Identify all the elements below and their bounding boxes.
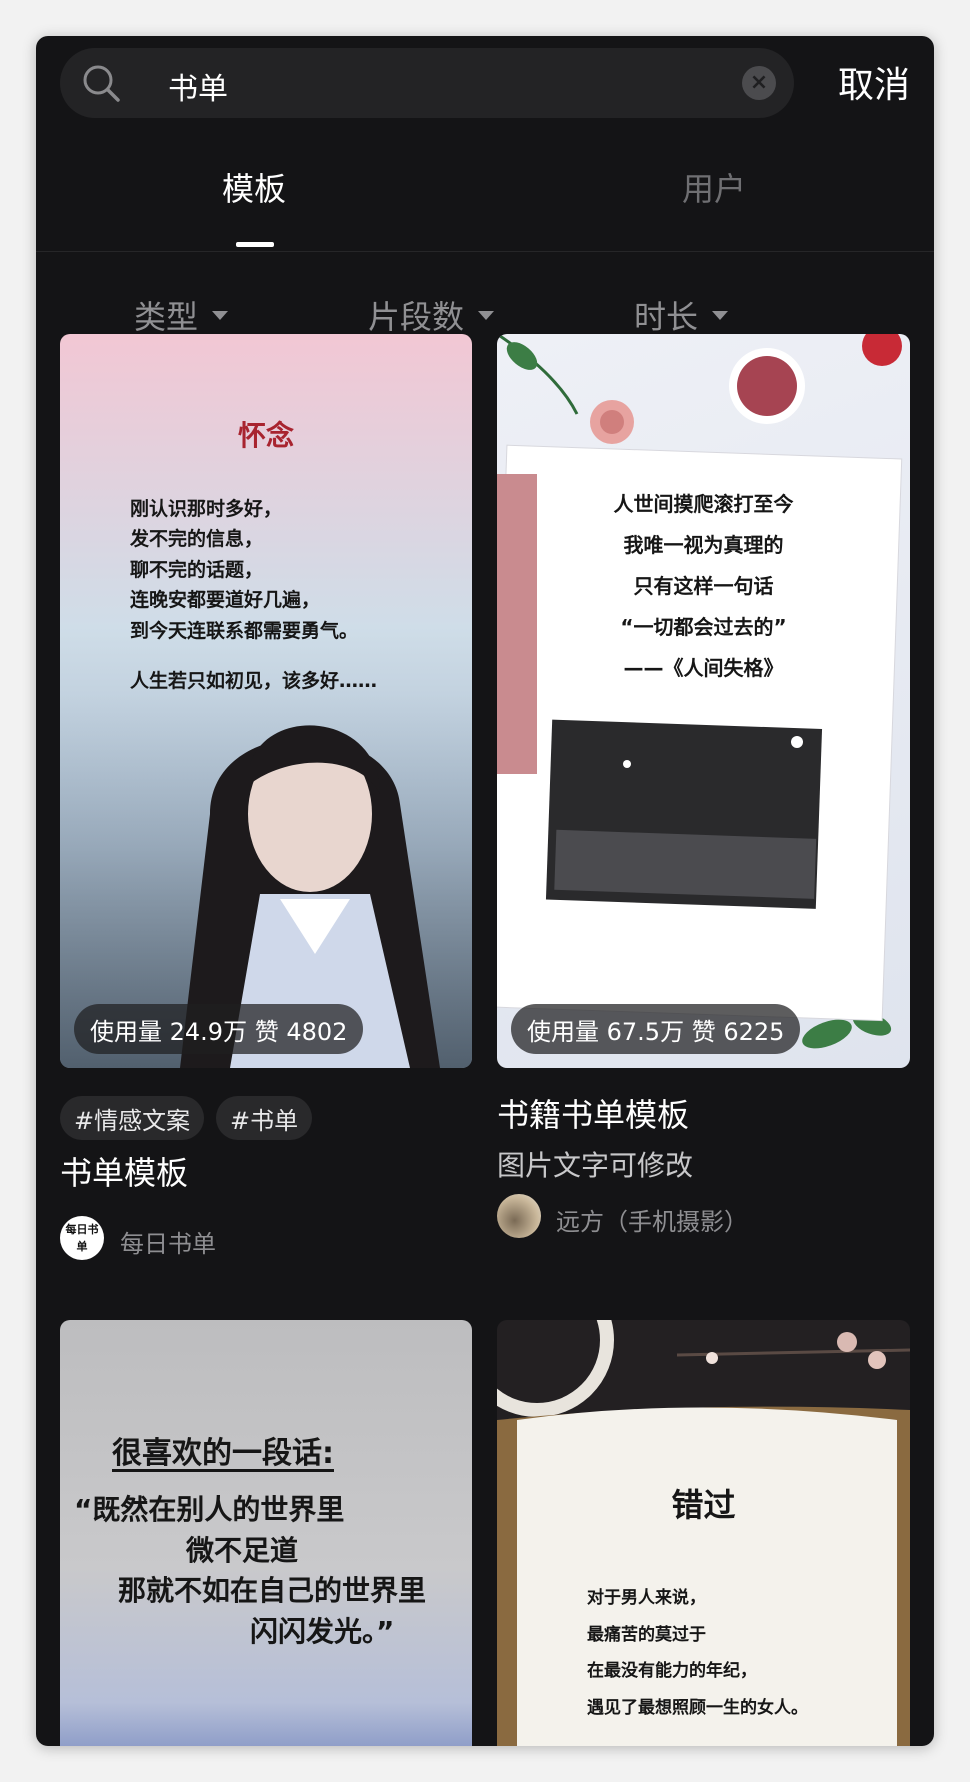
active-tab-indicator — [236, 242, 274, 247]
chevron-down-icon — [478, 310, 495, 320]
tab-users[interactable]: 用户 — [682, 164, 746, 210]
filter-segments[interactable]: 片段数 — [368, 292, 495, 338]
usage-stats: 使用量 24.9万 赞 4802 — [74, 1004, 364, 1054]
filter-segments-label: 片段数 — [368, 298, 465, 336]
template-card-2[interactable]: 人世间摸爬滚打至今 我唯一视为真理的 只有这样一句话 “一切都会过去的” ——《… — [497, 334, 910, 1068]
search-icon — [83, 65, 120, 102]
template-card-1[interactable]: 怀念 刚认识那时多好， 发不完的信息， 聊不完的话题， 连晚安都要道好几遍， 到… — [60, 334, 472, 1068]
card-subtitle: 图片文字可修改 — [497, 1149, 694, 1182]
filter-type-label: 类型 — [134, 298, 199, 336]
chevron-down-icon — [212, 310, 229, 320]
hashtag-chip[interactable]: #情感文案 — [60, 1096, 205, 1140]
poem-text: 人世间摸爬滚打至今 我唯一视为真理的 只有这样一句话 “一切都会过去的” ——《… — [613, 492, 794, 680]
filter-duration[interactable]: 时长 — [634, 292, 729, 338]
template-card-3[interactable]: 很喜欢的一段话: “既然在别人的世界里 微不足道 那就不如在自己的世界里 闪闪发… — [60, 1320, 472, 1746]
search-bar[interactable]: 书单 × — [60, 48, 794, 118]
poem-text: “既然在别人的世界里 微不足道 那就不如在自己的世界里 闪闪发光。” — [74, 1493, 427, 1648]
avatar-text: 每日书单 — [65, 1223, 99, 1253]
poem-text: 对于男人来说， 最痛苦的莫过于 在最没有能力的年纪， 遇见了最想照顾一生的女人。 — [587, 1588, 808, 1718]
search-input[interactable]: 书单 — [168, 64, 228, 108]
avatar[interactable] — [497, 1194, 541, 1238]
filter-type[interactable]: 类型 — [134, 292, 229, 338]
card-heading: 错过 — [671, 1486, 736, 1524]
app-screen: 书单 × 取消 模板 用户 类型 片段数 时长 怀念 刚认识那时多好， 发不完的… — [36, 36, 934, 1746]
rose-decoration-image — [497, 334, 903, 1049]
hashtag-chip[interactable]: #书单 — [216, 1096, 313, 1140]
card-heading: 怀念 — [237, 419, 294, 452]
tab-templates[interactable]: 模板 — [222, 164, 286, 210]
poem-text: 刚认识那时多好， 发不完的信息， 聊不完的话题， 连晚安都要道好几遍， 到今天连… — [130, 498, 378, 692]
template-card-4[interactable]: 错过 对于男人来说， 最痛苦的莫过于 在最没有能力的年纪， 遇见了最想照顾一生的… — [497, 1320, 910, 1746]
avatar[interactable]: 每日书单 — [60, 1216, 104, 1260]
tab-bar: 模板 用户 — [36, 148, 934, 252]
chevron-down-icon — [712, 310, 729, 320]
card-heading: 很喜欢的一段话: — [112, 1436, 334, 1471]
author-name[interactable]: 每日书单 — [120, 1224, 216, 1259]
card-title[interactable]: 书单模板 — [60, 1148, 188, 1194]
usage-stats: 使用量 67.5万 赞 6225 — [511, 1004, 801, 1054]
author-name[interactable]: 远方（手机摄影） — [556, 1202, 748, 1237]
clear-search-icon[interactable]: × — [742, 66, 776, 100]
card-title[interactable]: 书籍书单模板 — [497, 1090, 689, 1136]
filter-duration-label: 时长 — [634, 298, 699, 336]
cancel-button[interactable]: 取消 — [838, 56, 910, 108]
